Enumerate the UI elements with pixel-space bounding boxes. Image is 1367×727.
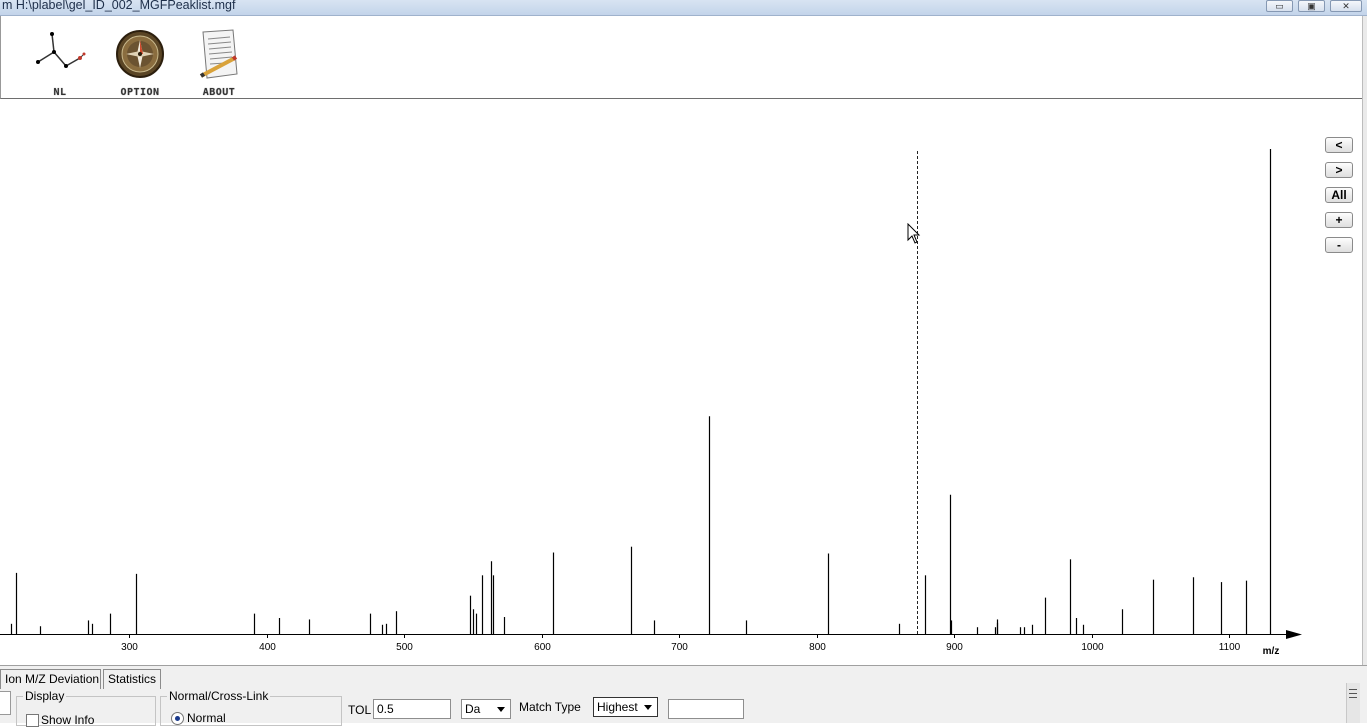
x-tick-label: 900 (946, 642, 963, 653)
tol-unit-value: Da (465, 702, 481, 716)
normal-radio-label: Normal (187, 711, 226, 725)
x-tick-label: 1000 (1081, 642, 1104, 653)
chevron-down-icon (644, 705, 652, 710)
main-vertical-scrollbar[interactable] (1362, 16, 1367, 676)
nl-tool-button[interactable]: NL (30, 24, 90, 100)
option-label: OPTION (120, 87, 160, 98)
scroll-grip-icon (1349, 686, 1357, 700)
window-title: m H:\plabel\gel_ID_002_MGFPeaklist.mgf (2, 0, 236, 12)
about-tool-button[interactable]: ABOUT (189, 24, 249, 100)
x-axis-label: m/z (1263, 646, 1280, 657)
tol-label: TOL (348, 703, 372, 717)
x-tick-label: 300 (121, 642, 138, 653)
next-button[interactable]: > (1325, 162, 1353, 178)
show-info-label: Show Info (41, 713, 95, 727)
tab-statistics[interactable]: Statistics (103, 669, 161, 689)
bottom-panel-scrollbar[interactable] (1346, 683, 1360, 723)
match-type-value: Highest (597, 700, 638, 714)
normal-radio[interactable] (171, 712, 184, 725)
bottom-panel: Ion M/Z Deviation Statistics Display Sho… (0, 665, 1367, 727)
close-button[interactable]: ✕ (1330, 0, 1362, 12)
tol-unit-select[interactable]: Da (461, 699, 511, 719)
about-label: ABOUT (202, 87, 236, 98)
x-tick-label: 500 (396, 642, 413, 653)
show-all-button[interactable]: All (1325, 187, 1353, 203)
zoom-in-button[interactable]: + (1325, 212, 1353, 228)
x-tick-label: 600 (534, 642, 551, 653)
left-panel-box (0, 691, 11, 715)
match-type-label: Match Type (519, 700, 581, 714)
chevron-down-icon (497, 707, 505, 712)
zoom-out-button[interactable]: - (1325, 237, 1353, 253)
mouse-cursor-icon (907, 223, 921, 244)
match-type-select[interactable]: Highest (593, 697, 658, 717)
option-tool-button[interactable]: OPTION (110, 24, 170, 100)
prev-button[interactable]: < (1325, 137, 1353, 153)
toolbar: NL OPTION ABOUT (0, 16, 1363, 99)
x-tick-label: 800 (809, 642, 826, 653)
nl-label: NL (53, 87, 67, 98)
tab-ion-mz-deviation[interactable]: Ion M/Z Deviation (0, 669, 101, 689)
show-info-checkbox[interactable] (26, 714, 39, 727)
compass-icon (116, 30, 164, 78)
title-bar: m H:\plabel\gel_ID_002_MGFPeaklist.mgf ▭… (0, 0, 1367, 16)
maximize-button[interactable]: ▣ (1298, 0, 1325, 12)
molecule-icon (36, 32, 86, 68)
spectrum-plot-area[interactable]: 300 400 500 600 700 800 900 1000 1100 m/z < > All… (0, 99, 1362, 665)
tol-input[interactable] (373, 699, 451, 719)
minimize-button[interactable]: ▭ (1266, 0, 1293, 12)
x-tick-label: 400 (259, 642, 276, 653)
display-group-title: Display (23, 689, 67, 703)
axis-arrow-icon (1286, 630, 1302, 639)
spectrum-chart[interactable]: 300 400 500 600 700 800 900 1000 1100 m/z (0, 99, 1362, 665)
document-pen-icon (199, 29, 238, 79)
x-tick-label: 700 (671, 642, 688, 653)
extra-input[interactable] (668, 699, 744, 719)
x-tick-label: 1100 (1219, 642, 1241, 653)
normal-cross-link-title: Normal/Cross-Link (167, 689, 271, 703)
